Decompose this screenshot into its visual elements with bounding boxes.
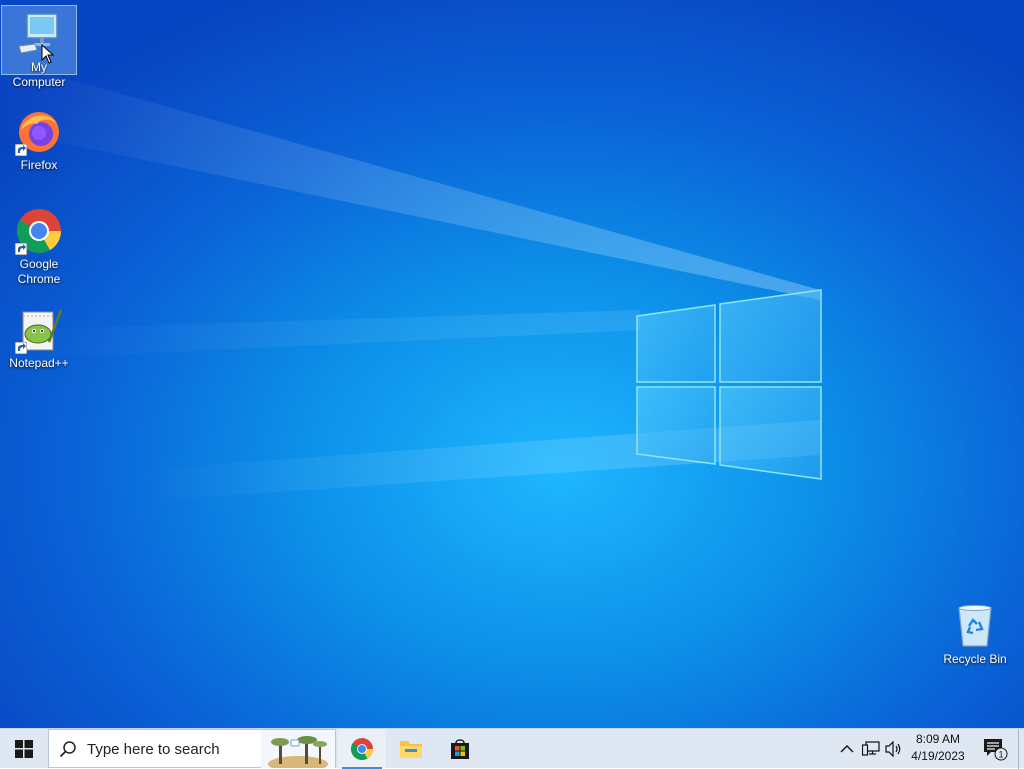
network-icon	[862, 741, 880, 756]
search-input[interactable]	[87, 739, 257, 759]
taskbar-search-box[interactable]	[48, 729, 336, 768]
clock-time: 8:09 AM	[915, 732, 961, 746]
taskbar-app-file-explorer[interactable]	[387, 729, 435, 769]
chrome-icon	[15, 207, 63, 255]
desktop-icon-my-computer[interactable]: My Computer	[1, 5, 77, 89]
desktop-icon-label: My Computer	[12, 60, 66, 89]
network-tray-button[interactable]	[860, 729, 882, 769]
notification-count: 1	[998, 750, 1003, 760]
shortcut-arrow-icon	[15, 243, 27, 255]
desktop-icon-notepadpp[interactable]: Notepad++	[1, 302, 77, 372]
computer-icon	[15, 10, 63, 64]
chevron-up-icon	[840, 745, 854, 753]
windows-logo-art	[636, 289, 822, 480]
desktop-icon-firefox[interactable]: Firefox	[1, 104, 77, 174]
search-icon	[59, 741, 76, 758]
wallpaper	[0, 60, 822, 500]
desktop-icon-label: Notepad++	[9, 356, 69, 370]
action-center-button[interactable]: 1	[978, 729, 1012, 769]
windows-start-icon	[15, 740, 33, 758]
clock-date: 4/19/2023	[911, 749, 965, 763]
desktop-icon-recycle-bin[interactable]: Recycle Bin	[937, 598, 1013, 668]
desktop-icon-label: Google Chrome	[17, 257, 61, 286]
notification-icon: 1	[984, 739, 1008, 761]
desktop-icon-google-chrome[interactable]: Google Chrome	[1, 203, 77, 288]
folder-icon	[400, 741, 422, 758]
volume-icon	[885, 741, 901, 757]
taskbar: 8:09 AM 4/19/2023 1	[0, 728, 1024, 769]
search-highlight-illustration	[261, 730, 335, 768]
store-icon	[451, 739, 469, 759]
notepadpp-icon	[15, 306, 63, 354]
desktop-icon-label: Recycle Bin	[943, 652, 1007, 666]
mouse-cursor-icon	[41, 44, 55, 64]
taskbar-app-microsoft-store[interactable]	[436, 729, 484, 769]
shortcut-arrow-icon	[15, 342, 27, 354]
clock[interactable]: 8:09 AM 4/19/2023	[902, 731, 974, 765]
firefox-icon	[15, 108, 63, 156]
show-hidden-icons-button[interactable]	[836, 729, 858, 769]
desktop-icon-label: Firefox	[20, 158, 58, 172]
recycle-bin-icon	[951, 602, 999, 650]
show-desktop-button[interactable]	[1018, 729, 1024, 769]
chrome-icon	[351, 738, 373, 760]
taskbar-app-chrome[interactable]	[338, 729, 386, 769]
start-button[interactable]	[0, 729, 48, 769]
desktop[interactable]: My Computer Firefox Google Chrome Notepa…	[0, 0, 1024, 728]
shortcut-arrow-icon	[15, 144, 27, 156]
